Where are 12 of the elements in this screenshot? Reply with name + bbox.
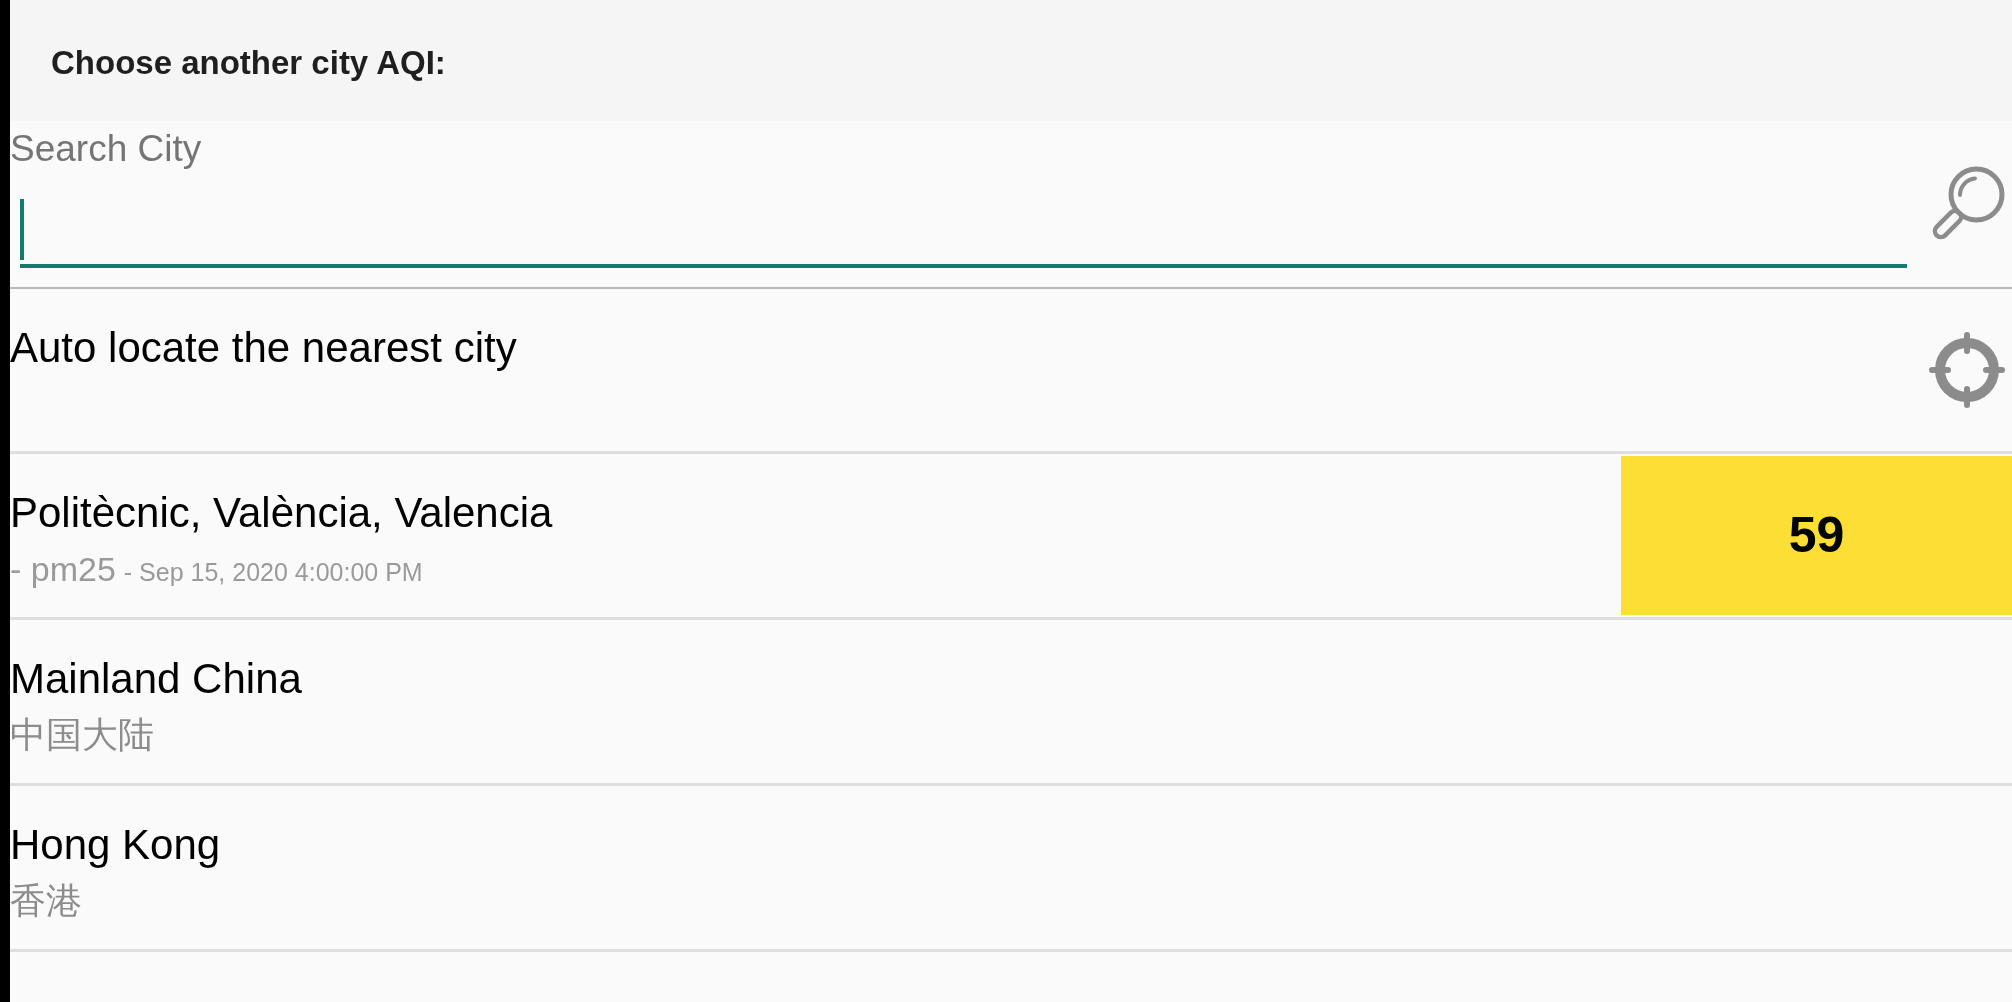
pollutant-label: - pm25: [10, 549, 116, 589]
update-time: - Sep 15, 2020 4:00:00 PM: [123, 557, 423, 588]
aqi-indicator: 59: [1621, 456, 2012, 615]
search-field[interactable]: Search City: [10, 121, 1907, 287]
dialog-title: Choose another city AQI:: [51, 44, 446, 81]
city-name[interactable]: Politècnic, València, Valencia: [10, 489, 553, 537]
local-name: 中国大陆: [10, 714, 154, 755]
crosshair-icon[interactable]: [1929, 332, 2005, 408]
city-name[interactable]: Mainland China: [10, 655, 302, 703]
auto-locate-option[interactable]: Auto locate the nearest city: [10, 324, 517, 372]
city-name[interactable]: Hong Kong: [10, 821, 221, 869]
local-name: 香港: [10, 880, 82, 921]
